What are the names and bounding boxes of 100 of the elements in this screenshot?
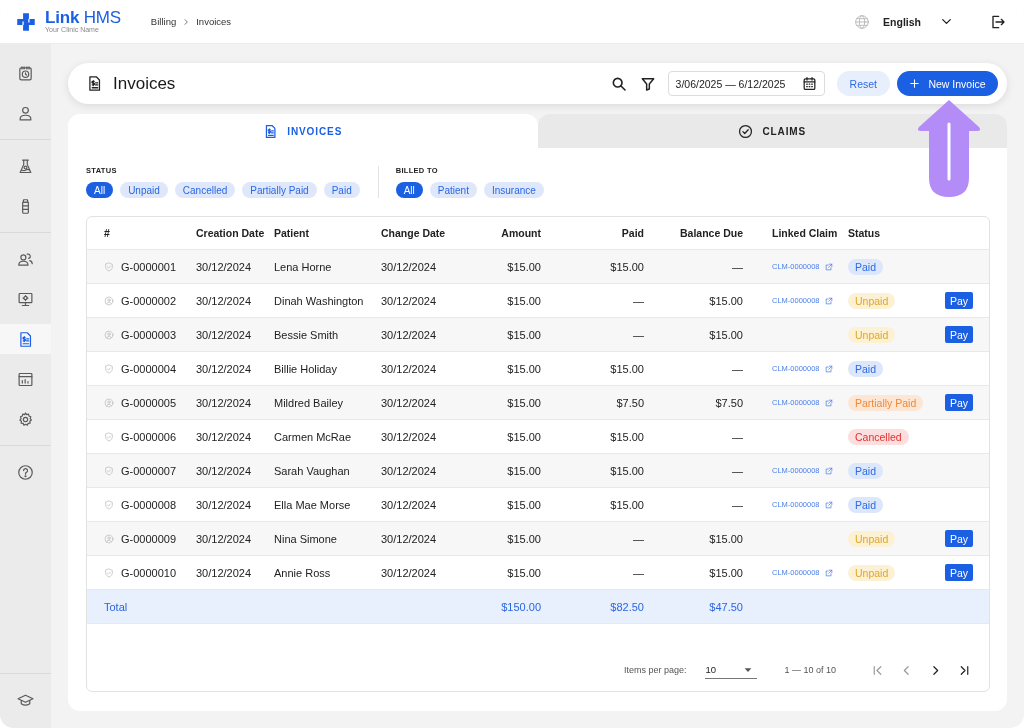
page-title: Invoices <box>113 73 176 94</box>
shield-check-icon <box>104 431 114 442</box>
pay-button[interactable]: Pay <box>945 292 974 309</box>
column-header: Patient <box>274 227 309 239</box>
filter-chip[interactable]: Paid <box>323 182 360 198</box>
pay-button[interactable]: Pay <box>945 326 974 343</box>
table-cell: — <box>633 566 644 579</box>
filter-chip[interactable]: Patient <box>429 182 477 198</box>
filter-chip[interactable]: Cancelled <box>174 182 236 198</box>
tab[interactable]: INVOICES <box>68 114 538 148</box>
filter-chip[interactable]: Unpaid <box>120 182 168 198</box>
reset-button[interactable]: Reset <box>836 71 890 96</box>
table-cell: — <box>732 362 743 375</box>
table-cell: 30/12/2024 <box>196 362 252 375</box>
filter-icon[interactable] <box>639 75 656 92</box>
total-cell: $82.50 <box>610 600 644 613</box>
table-cell: 30/12/2024 <box>381 430 437 443</box>
breadcrumb-link[interactable]: Billing <box>150 16 177 27</box>
table-cell: 30/12/2024 <box>381 532 437 545</box>
table-cell: 30/12/2024 <box>196 396 252 409</box>
table-cell: 30/12/2024 <box>381 396 437 409</box>
table-cell: 30/12/2024 <box>381 362 437 375</box>
invoice-id: G-0000008 <box>121 498 177 511</box>
column-header: Linked Claim <box>772 227 838 239</box>
page-range: 1 — 10 of 10 <box>784 665 836 675</box>
status-badge: Unpaid <box>848 530 896 547</box>
new-invoice-button[interactable]: New Invoice <box>897 71 998 96</box>
table-cell: $15.00 <box>507 566 541 579</box>
table-cell: Ella Mae Morse <box>274 498 351 511</box>
invoice-id: G-0000003 <box>121 328 177 341</box>
table-cell: 30/12/2024 <box>381 260 437 273</box>
table-cell: $15.00 <box>709 566 743 579</box>
people-icon <box>17 250 34 268</box>
date-range-field[interactable]: 3/06/2025 — 6/12/2025 <box>667 71 825 96</box>
person-circle-icon <box>104 397 114 408</box>
tab[interactable]: CLAIMS <box>537 114 1007 148</box>
pay-button[interactable]: Pay <box>945 564 974 581</box>
pay-button[interactable]: Pay <box>945 394 974 411</box>
table-cell: Annie Ross <box>274 566 331 579</box>
pay-button[interactable]: Pay <box>945 530 974 547</box>
table-cell: — <box>732 464 743 477</box>
table-cell: 30/12/2024 <box>196 430 252 443</box>
status-badge: Paid <box>848 360 883 377</box>
table-cell: 30/12/2024 <box>381 566 437 579</box>
external-link-icon <box>824 568 833 577</box>
chevron-right-icon <box>182 17 191 26</box>
status-badge: Cancelled <box>848 428 909 445</box>
filter-chip[interactable]: All <box>395 182 423 198</box>
check-circle-icon <box>738 123 754 139</box>
external-link-icon <box>824 364 833 373</box>
external-link-icon <box>824 296 833 305</box>
table-cell: 30/12/2024 <box>196 566 252 579</box>
table-cell: $15.00 <box>507 294 541 307</box>
table-cell: — <box>633 328 644 341</box>
person-icon <box>17 104 34 122</box>
filter-chip[interactable]: Partially Paid <box>242 182 317 198</box>
column-header: Paid <box>621 227 644 239</box>
shield-check-icon <box>104 363 114 374</box>
table-cell: — <box>633 532 644 545</box>
table-cell: $7.50 <box>616 396 644 409</box>
person-circle-icon <box>104 295 114 306</box>
person-circle-icon <box>104 329 114 340</box>
filter-chip[interactable]: All <box>86 182 114 198</box>
logout-icon[interactable] <box>990 13 1006 30</box>
table-cell: $15.00 <box>610 464 644 477</box>
table-cell: $15.00 <box>507 396 541 409</box>
table-cell: $15.00 <box>610 498 644 511</box>
invoice-id: G-0000001 <box>121 260 177 273</box>
table-cell: 30/12/2024 <box>381 328 437 341</box>
settings-icon <box>17 410 34 428</box>
calendar-icon <box>801 76 817 91</box>
plus-icon <box>909 78 921 89</box>
filter-chip[interactable]: Insurance <box>483 182 544 198</box>
table-cell: $15.00 <box>709 328 743 341</box>
items-per-page-label: Items per page: <box>623 665 687 675</box>
table-cell: — <box>732 260 743 273</box>
column-header: Creation Date <box>196 227 265 239</box>
invoice-id: G-0000007 <box>121 464 177 477</box>
invoice-id: G-0000009 <box>121 532 177 545</box>
status-badge: Unpaid <box>848 292 896 309</box>
sidebar-item[interactable] <box>0 324 51 354</box>
page-size-select[interactable]: 10 <box>705 661 758 679</box>
status-badge: Unpaid <box>848 326 896 343</box>
invoice-icon <box>17 330 34 348</box>
flask-icon <box>17 157 34 175</box>
table-cell: Mildred Bailey <box>274 396 344 409</box>
shield-check-icon <box>104 567 114 578</box>
column-header: Status <box>848 227 881 239</box>
table-cell: — <box>633 294 644 307</box>
language-select[interactable]: English <box>854 13 953 30</box>
table-cell: — <box>732 498 743 511</box>
table-cell: $15.00 <box>507 464 541 477</box>
invoice-id: G-0000002 <box>121 294 177 307</box>
table-cell: 30/12/2024 <box>196 328 252 341</box>
external-link-icon <box>824 262 833 271</box>
table-cell: $15.00 <box>610 260 644 273</box>
table-cell: $15.00 <box>507 498 541 511</box>
external-link-icon <box>824 398 833 407</box>
column-header: # <box>104 227 110 239</box>
search-icon[interactable] <box>610 75 627 92</box>
